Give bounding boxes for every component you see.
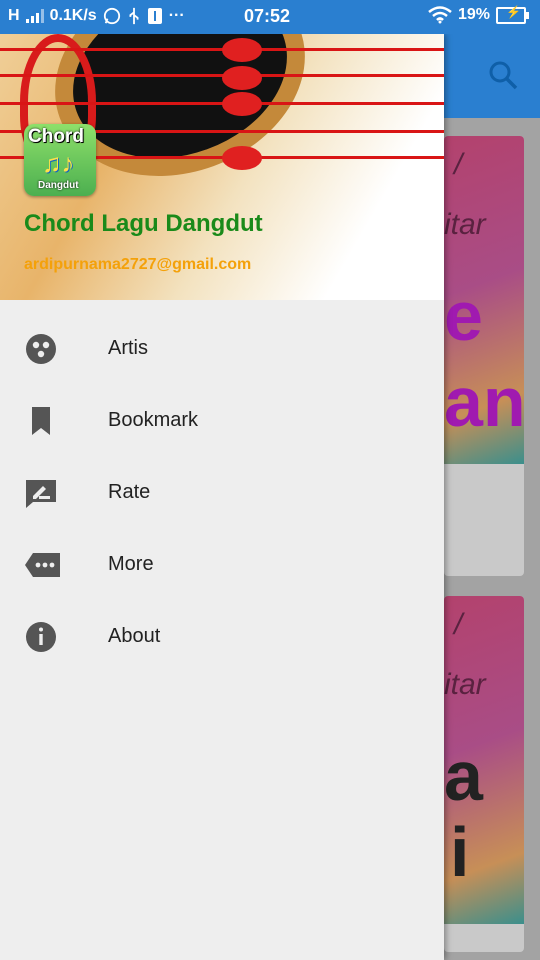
clock: 07:52 — [244, 6, 291, 26]
battery-percent: 19% — [457, 6, 490, 23]
more-notifications: ··· — [168, 7, 185, 24]
usb-icon — [129, 7, 139, 25]
info-icon — [26, 622, 56, 652]
drawer-header: Chord ♫♪ Dangdut Chord Lagu Dangdut ardi… — [0, 34, 444, 300]
signal-icon — [25, 9, 44, 23]
card-title: an — [444, 363, 524, 441]
search-icon[interactable] — [488, 60, 518, 90]
music-note — [222, 146, 262, 170]
menu-label: Rate — [108, 481, 151, 503]
artist-icon — [26, 334, 56, 364]
menu-label: Bookmark — [108, 409, 199, 431]
song-card[interactable]: / itar a i — [444, 596, 524, 952]
status-left: H 0.1K/s ··· — [8, 7, 185, 25]
menu-label: More — [108, 553, 154, 575]
navigation-drawer: Chord ♫♪ Dangdut Chord Lagu Dangdut ardi… — [0, 34, 444, 960]
usb-debug-icon — [147, 8, 162, 24]
rate-icon — [26, 480, 56, 508]
card-text: itar — [444, 668, 486, 701]
wifi-icon — [428, 6, 452, 24]
drawer-menu: Artis Bookmark Rate More About — [0, 312, 444, 672]
music-note — [222, 66, 262, 90]
song-card[interactable]: / itar e an — [444, 136, 524, 576]
app-logo: Chord ♫♪ Dangdut — [24, 124, 96, 196]
card-title: e — [444, 277, 483, 355]
menu-item-bookmark[interactable]: Bookmark — [0, 384, 444, 456]
menu-item-more[interactable]: More — [0, 528, 444, 600]
status-right: 19% — [428, 5, 529, 24]
logo-text-bottom: Dangdut — [38, 180, 79, 191]
app-name: Chord Lagu Dangdut — [24, 210, 263, 237]
menu-item-artis[interactable]: Artis — [0, 312, 444, 384]
more-icon — [25, 553, 60, 577]
network-type: H — [8, 7, 20, 24]
card-text: / — [454, 148, 463, 181]
music-note — [222, 92, 262, 116]
net-speed: 0.1K/s — [49, 7, 97, 24]
bookmark-icon — [32, 407, 50, 435]
menu-label: About — [108, 625, 161, 647]
account-email: ardipurnama2727@gmail.com — [24, 256, 252, 273]
music-notes-icon: ♫♪ — [42, 148, 75, 178]
menu-item-about[interactable]: About — [0, 600, 444, 672]
battery-icon — [496, 5, 529, 24]
card-text: / — [454, 608, 463, 641]
card-title: a — [444, 737, 483, 815]
menu-label: Artis — [108, 337, 148, 359]
card-title: i — [450, 813, 470, 891]
music-note — [222, 38, 262, 62]
status-bar: H 0.1K/s ··· 07:52 19% — [0, 0, 540, 34]
logo-text-top: Chord — [28, 126, 84, 147]
menu-item-rate[interactable]: Rate — [0, 456, 444, 528]
card-text: itar — [444, 208, 486, 241]
whatsapp-icon — [103, 7, 120, 25]
